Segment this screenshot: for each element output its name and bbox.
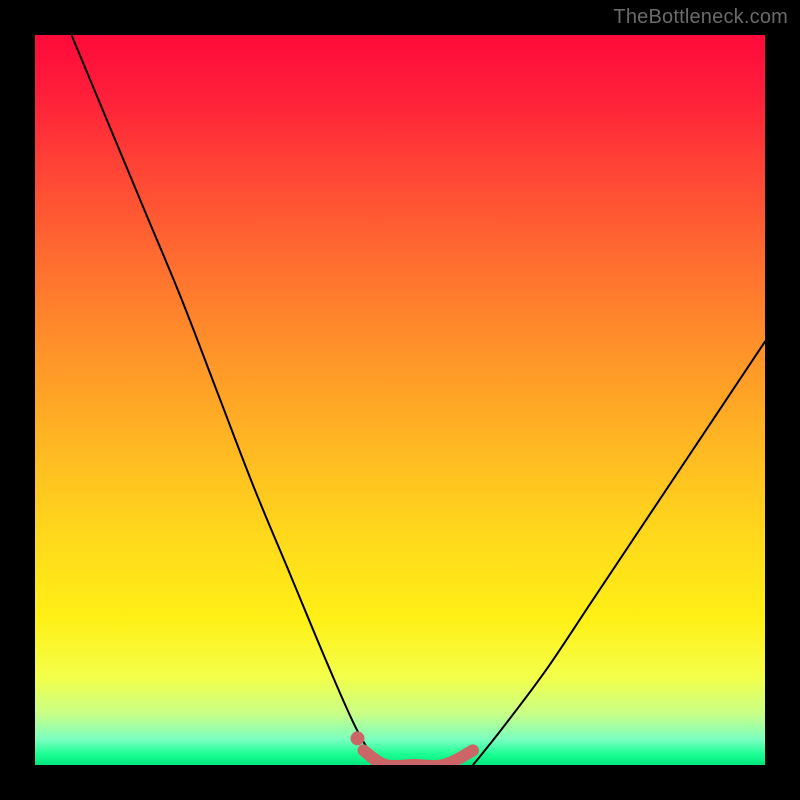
- watermark-text: TheBottleneck.com: [613, 6, 788, 29]
- right-branch-curve: [473, 342, 765, 765]
- plot-area: [35, 35, 765, 765]
- left-branch-curve: [72, 35, 379, 765]
- curve-layer: [35, 35, 765, 765]
- trough-highlight: [364, 750, 474, 765]
- trough-start-dot: [351, 731, 365, 745]
- chart-frame: TheBottleneck.com: [0, 0, 800, 800]
